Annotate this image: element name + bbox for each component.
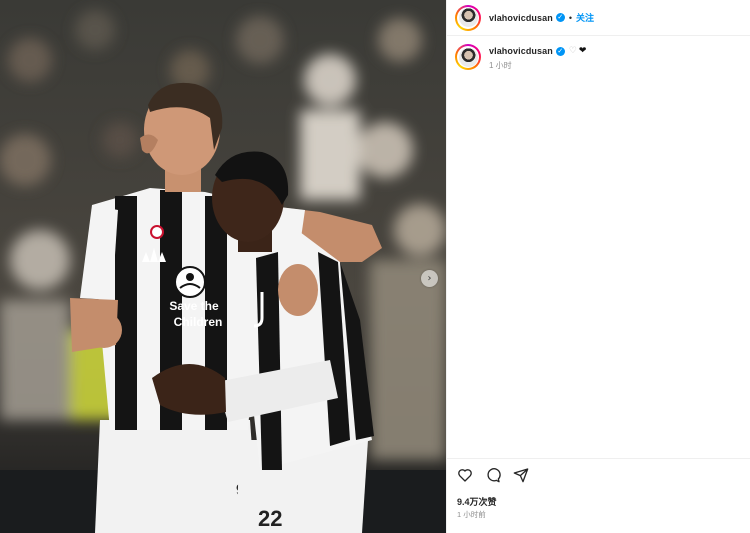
jersey-number-22: 22	[258, 506, 282, 531]
caption-username[interactable]: vlahovicdusan	[489, 46, 553, 56]
follow-button[interactable]: 关注	[576, 11, 594, 24]
black-heart-emoji: ❤	[578, 46, 587, 56]
post-side-panel: vlahovicdusan ✓ • 关注 vlahovicdusan ✓ ♡ ❤…	[446, 0, 750, 533]
caption: vlahovicdusan ✓ ♡ ❤ 1 小时	[455, 44, 745, 71]
post-timestamp[interactable]: 1 小时前	[457, 509, 486, 520]
avatar-image	[458, 8, 478, 27]
avatar-image	[458, 47, 478, 67]
send-icon	[513, 468, 529, 483]
separator-dot: •	[568, 12, 572, 23]
like-button[interactable]	[457, 467, 473, 483]
comment-button[interactable]	[485, 467, 501, 483]
heart-icon	[458, 469, 472, 482]
likes-count[interactable]: 9.4万次赞	[457, 495, 497, 508]
caption-timestamp[interactable]: 1 小时	[489, 60, 586, 71]
white-heart-emoji: ♡	[568, 46, 577, 56]
post-actions-section: 9.4万次赞 1 小时前	[447, 458, 750, 533]
share-button[interactable]	[513, 467, 529, 483]
verified-badge-icon: ✓	[555, 46, 565, 56]
chevron-right-icon: ›	[427, 273, 432, 284]
header-username[interactable]: vlahovicdusan	[489, 13, 553, 23]
post-header: vlahovicdusan ✓ • 关注	[447, 0, 750, 36]
post-photo[interactable]: 9 Save the Children	[0, 0, 446, 533]
sponsor-text-line2: Children	[174, 315, 223, 329]
verified-badge-icon: ✓	[555, 13, 565, 22]
next-slide-button[interactable]: ›	[421, 270, 438, 287]
caption-avatar[interactable]	[455, 44, 481, 70]
avatar[interactable]	[455, 4, 481, 31]
players-celebration-image: 9 Save the Children	[0, 0, 446, 533]
action-bar	[457, 467, 529, 483]
instagram-post: 9 Save the Children	[0, 0, 750, 533]
comment-icon	[487, 468, 501, 483]
sponsor-text-line1: Save the	[169, 299, 219, 313]
